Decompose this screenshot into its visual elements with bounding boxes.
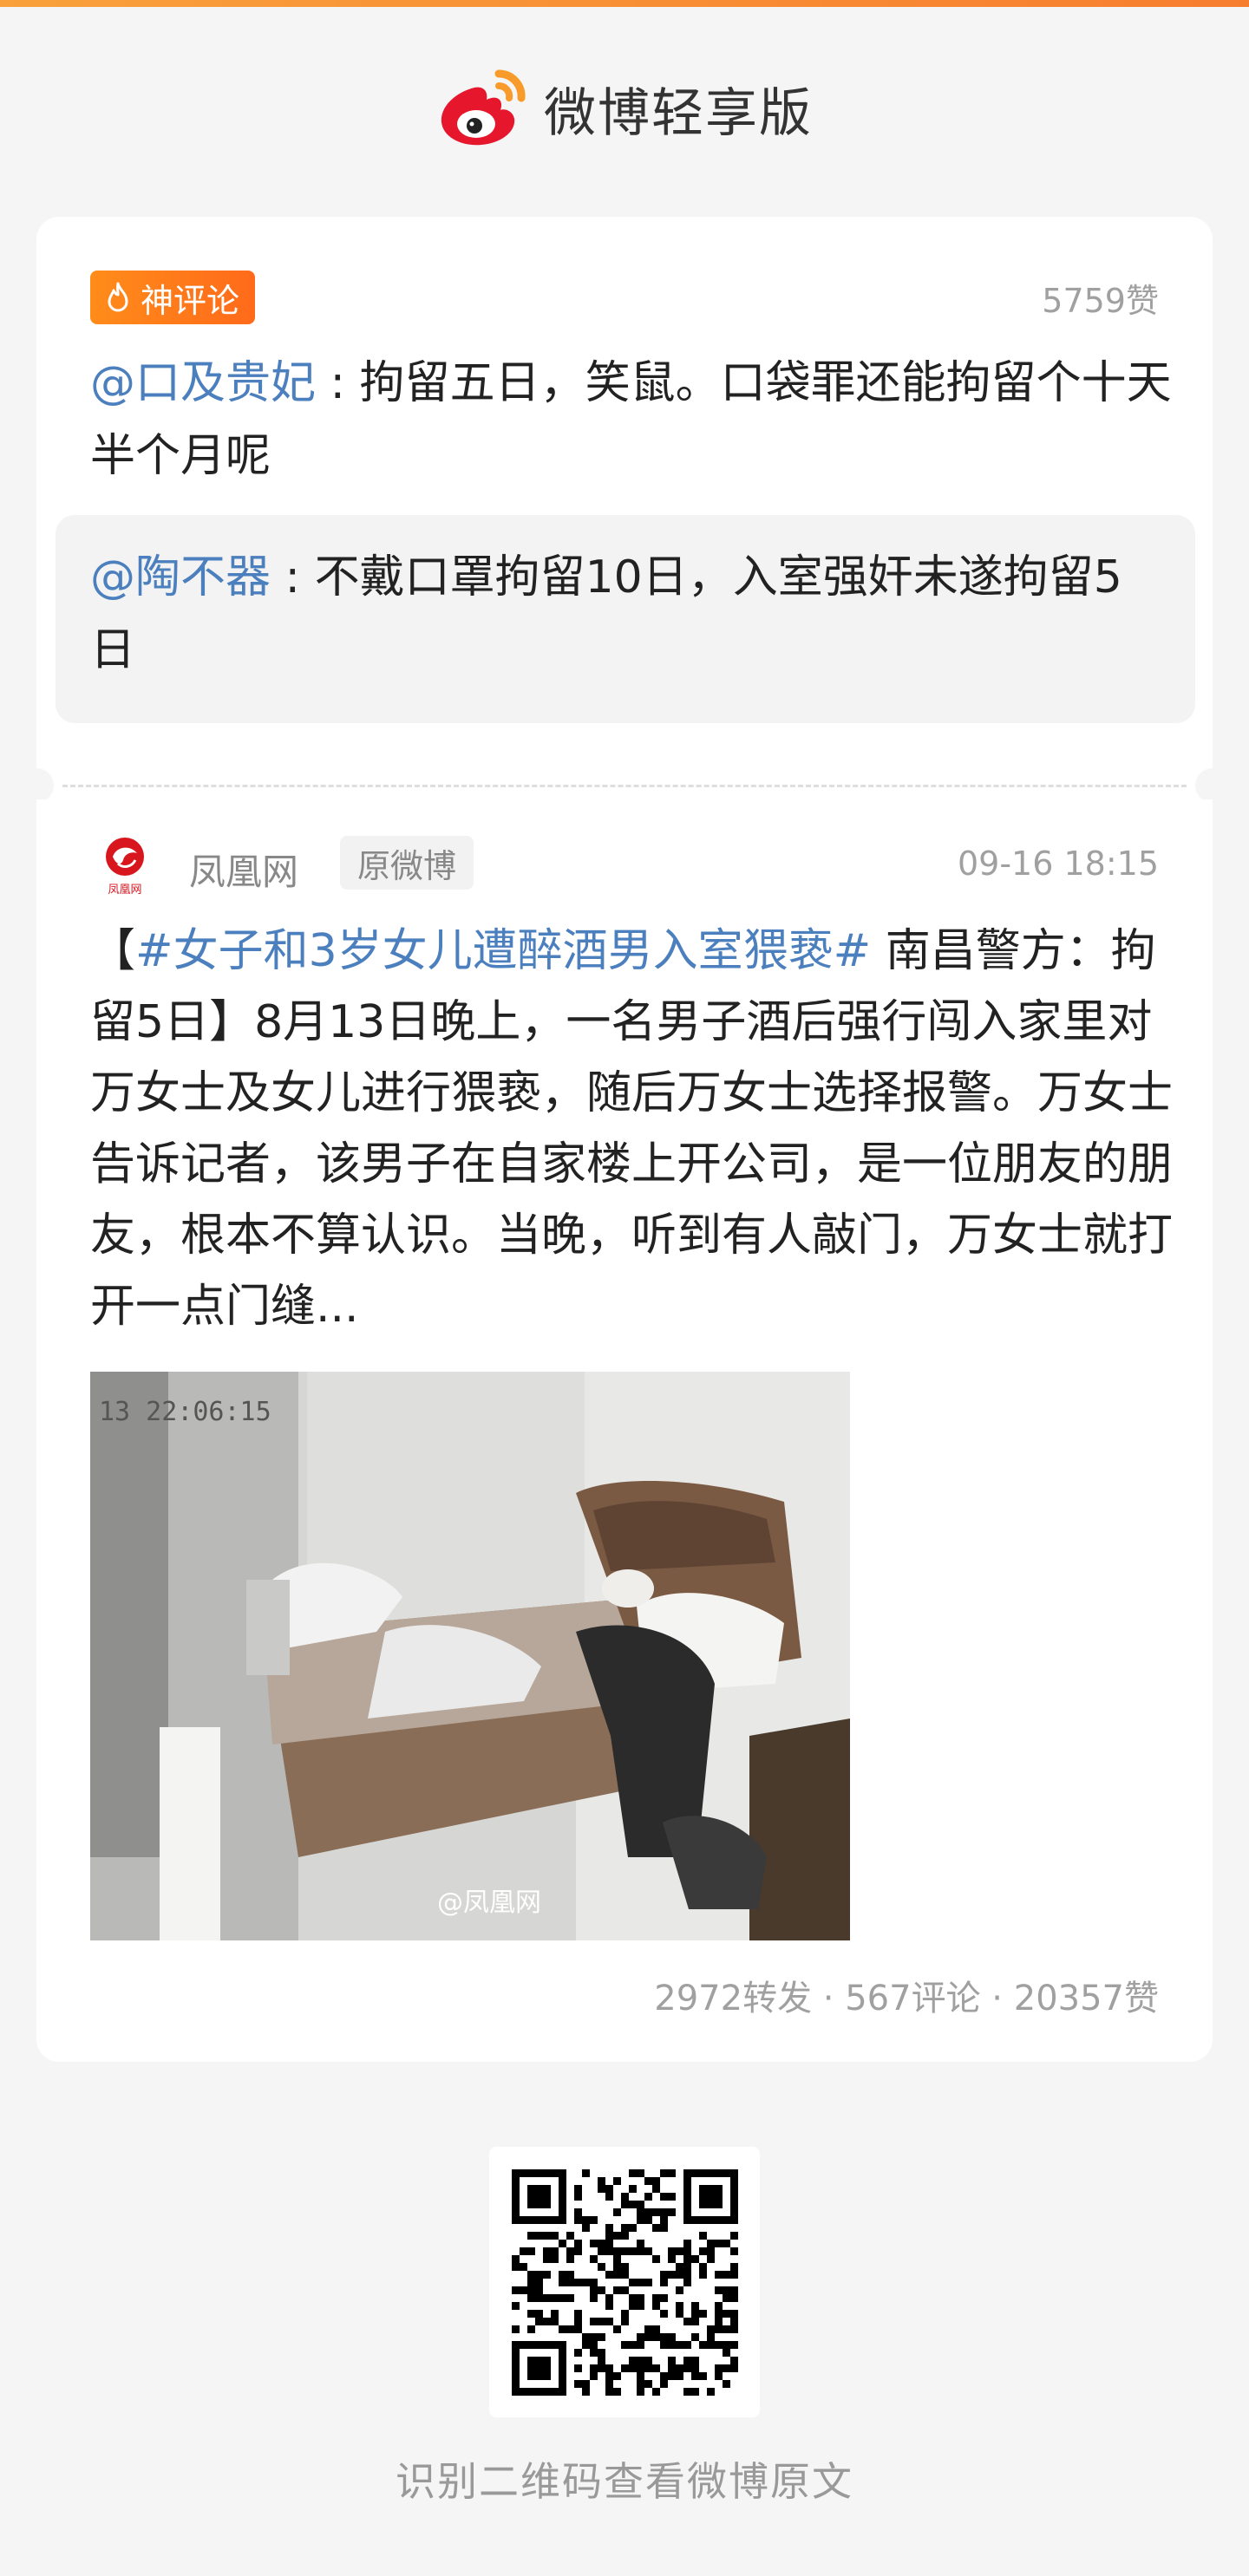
divider-notch-right: [1195, 768, 1230, 803]
post-time: 09-16 18:15: [957, 845, 1159, 883]
reply-box: @陶不器 : 不戴口罩拘留10日，入室强奸未遂拘留5日: [56, 515, 1195, 723]
weibo-logo-icon: [441, 69, 526, 146]
card-divider: [36, 772, 1213, 799]
post-stats: 2972转发 · 567评论 · 20357赞: [654, 1970, 1159, 2020]
post-body: 南昌警方：拘留5日】8月13日晚上，一名男子酒后强行闯入家里对万女士及女儿进行猥…: [90, 925, 1174, 1333]
original-post-card[interactable]: 凤凰网 凤凰网 原微博 09-16 18:15 【#女子和3岁女儿遭醉酒男入室猥…: [36, 799, 1213, 2062]
comment-likes: 5759赞: [1042, 282, 1159, 320]
image-watermark: @凤凰网: [437, 1888, 541, 1918]
source-name[interactable]: 凤凰网: [189, 843, 298, 896]
original-weibo-tag: 原微博: [340, 836, 474, 890]
like-count[interactable]: 20357赞: [1014, 1979, 1159, 2018]
comment-count[interactable]: 567评论: [845, 1979, 980, 2018]
comment-author-link[interactable]: @口及贵妃: [90, 357, 316, 409]
repost-count[interactable]: 2972转发: [654, 1979, 812, 2018]
post-photo[interactable]: 13 22:06:15 @凤凰网: [90, 1372, 850, 1940]
qr-code[interactable]: [489, 2147, 760, 2417]
post-text: 【#女子和3岁女儿遭醉酒男入室猥亵# 南昌警方：拘留5日】8月13日晚上，一名男…: [90, 916, 1183, 1342]
hot-comment-badge: 神评论: [90, 271, 256, 324]
hot-comment-card[interactable]: 神评论 5759赞 @口及贵妃 : 拘留五日，笑鼠。口袋罪还能拘留个十天半个月呢…: [36, 217, 1213, 772]
comment-separator: :: [316, 357, 360, 409]
cctv-scene-image: 13 22:06:15 @凤凰网: [90, 1372, 850, 1940]
svg-text:凤凰网: 凤凰网: [108, 884, 141, 897]
app-header: 微博轻享版: [0, 61, 1249, 156]
ifeng-logo-icon: 凤凰网: [106, 838, 144, 897]
image-timestamp: 13 22:06:15: [99, 1397, 271, 1427]
stats-dot-2: ·: [980, 1979, 1014, 2018]
bracket-open: 【: [90, 925, 136, 977]
hot-comment-text: @口及贵妃 : 拘留五日，笑鼠。口袋罪还能拘留个十天半个月呢: [90, 347, 1183, 492]
flame-icon: [108, 282, 128, 312]
qr-caption: 识别二维码查看微博原文: [396, 2458, 853, 2505]
app-title: 微博轻享版: [544, 82, 813, 144]
reply-author-link[interactable]: @陶不器: [90, 551, 271, 603]
qr-code-icon: [512, 2169, 738, 2396]
hashtag-link[interactable]: #女子和3岁女儿遭醉酒男入室猥亵#: [135, 925, 871, 977]
stats-dot-1: ·: [812, 1979, 846, 2018]
badge-label: 神评论: [141, 281, 240, 320]
reply-separator: :: [271, 551, 315, 603]
top-accent-bar: [0, 0, 1249, 7]
divider-notch-left: [19, 768, 54, 803]
reply-text: @陶不器 : 不戴口罩拘留10日，入室强奸未遂拘留5日: [90, 541, 1166, 687]
